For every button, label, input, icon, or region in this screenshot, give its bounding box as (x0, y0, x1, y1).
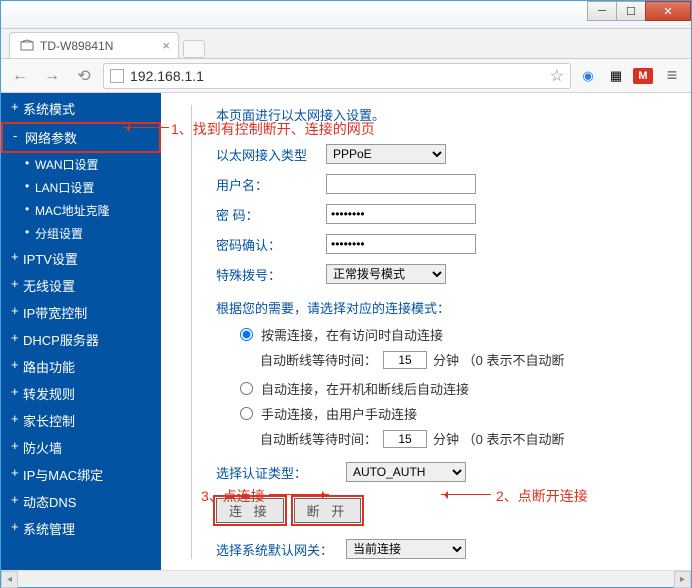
gmail-icon[interactable]: M (633, 68, 653, 84)
browser-tab[interactable]: TD-W89841N × (9, 32, 179, 58)
sidebar-item-group-settings[interactable]: 分组设置 (1, 222, 161, 245)
window-maximize-button[interactable]: ☐ (616, 1, 646, 21)
sidebar-item-firewall[interactable]: 防火墙 (1, 434, 161, 461)
url-input[interactable]: 192.168.1.1 ☆ (103, 63, 571, 89)
eth-type-label: 以太网接入类型 (216, 145, 326, 164)
browser-window: ─ ☐ ✕ TD-W89841N × ← → ⟲ 192.168.1.1 ☆ ◉… (0, 0, 692, 588)
mode-auto-label: 自动连接，在开机和断线后自动连接 (261, 379, 469, 398)
reload-button[interactable]: ⟲ (71, 63, 97, 89)
password-label: 密 码： (216, 205, 326, 224)
tab-favicon-icon (20, 39, 34, 53)
tab-close-icon[interactable]: × (162, 38, 170, 53)
tab-title: TD-W89841N (40, 39, 113, 53)
page-content: 系统模式 网络参数 WAN口设置 LAN口设置 MAC地址克隆 分组设置 IPT… (1, 93, 691, 570)
idle-label-2: 自动断线等待时间： (260, 429, 377, 448)
back-button[interactable]: ← (7, 63, 33, 89)
idle-label-1: 自动断线等待时间： (260, 350, 377, 369)
window-titlebar: ─ ☐ ✕ (1, 1, 691, 29)
auth-select[interactable]: AUTO_AUTH (346, 462, 466, 482)
sidebar-item-network-params[interactable]: 网络参数 (1, 122, 161, 153)
sidebar-item-system-mode[interactable]: 系统模式 (1, 95, 161, 122)
username-label: 用户名： (216, 175, 326, 194)
sidebar-item-wireless[interactable]: 无线设置 (1, 272, 161, 299)
forward-button[interactable]: → (39, 63, 65, 89)
password-confirm-label: 密码确认： (216, 235, 326, 254)
page-intro: 本页面进行以太网接入设置。 (216, 105, 691, 124)
horizontal-scrollbar[interactable]: ◂ ▸ (1, 570, 691, 587)
password-input[interactable] (326, 204, 476, 224)
extension-icon-1[interactable]: ◉ (577, 65, 599, 87)
mode-on-demand-label: 按需连接，在有访问时自动连接 (261, 325, 443, 344)
sidebar-item-lan-settings[interactable]: LAN口设置 (1, 176, 161, 199)
new-tab-button[interactable] (183, 40, 205, 58)
page-icon (110, 69, 124, 83)
sidebar-item-system-mgmt[interactable]: 系统管理 (1, 515, 161, 542)
auth-label: 选择认证类型： (216, 463, 346, 482)
gateway-select[interactable]: 当前连接 (346, 539, 466, 559)
password-confirm-input[interactable] (326, 234, 476, 254)
sidebar-item-dhcp[interactable]: DHCP服务器 (1, 326, 161, 353)
special-dial-select[interactable]: 正常拨号模式 (326, 264, 446, 284)
sidebar-item-ip-mac[interactable]: IP与MAC绑定 (1, 461, 161, 488)
extension-icon-2[interactable]: ▦ (605, 65, 627, 87)
mode-note: 根据您的需要，请选择对应的连接模式： (216, 298, 691, 317)
url-text: 192.168.1.1 (130, 68, 204, 84)
browser-menu-button[interactable]: ≡ (659, 63, 685, 89)
idle-time-input-2[interactable] (383, 430, 427, 448)
sidebar-item-iptv[interactable]: IPTV设置 (1, 245, 161, 272)
bookmark-star-icon[interactable]: ☆ (550, 66, 564, 86)
gateway-label: 选择系统默认网关： (216, 540, 346, 559)
mode-on-demand-radio[interactable] (240, 328, 253, 341)
sidebar-item-parental[interactable]: 家长控制 (1, 407, 161, 434)
connect-button[interactable]: 连 接 (216, 498, 284, 523)
sidebar-item-bandwidth[interactable]: IP带宽控制 (1, 299, 161, 326)
mode-manual-radio[interactable] (240, 407, 253, 420)
idle-unit-1: 分钟 （0 表示不自动断 (433, 350, 564, 369)
idle-unit-2: 分钟 （0 表示不自动断 (433, 429, 564, 448)
main-panel: 本页面进行以太网接入设置。 以太网接入类型 PPPoE 用户名： 密 码： 密码… (161, 93, 691, 570)
window-close-button[interactable]: ✕ (645, 1, 691, 21)
mode-auto-radio[interactable] (240, 382, 253, 395)
sidebar-item-wan-settings[interactable]: WAN口设置 (1, 153, 161, 176)
scroll-left-button[interactable]: ◂ (1, 571, 18, 588)
sidebar-item-routing[interactable]: 路由功能 (1, 353, 161, 380)
scroll-right-button[interactable]: ▸ (674, 571, 691, 588)
window-minimize-button[interactable]: ─ (587, 1, 617, 21)
address-bar: ← → ⟲ 192.168.1.1 ☆ ◉ ▦ M ≡ (1, 59, 691, 93)
special-dial-label: 特殊拨号： (216, 265, 326, 284)
tab-strip: TD-W89841N × (1, 29, 691, 59)
mode-manual-label: 手动连接，由用户手动连接 (261, 404, 417, 423)
disconnect-button[interactable]: 断 开 (294, 498, 362, 523)
idle-time-input-1[interactable] (383, 351, 427, 369)
username-input[interactable] (326, 174, 476, 194)
sidebar-item-mac-clone[interactable]: MAC地址克隆 (1, 199, 161, 222)
sidebar: 系统模式 网络参数 WAN口设置 LAN口设置 MAC地址克隆 分组设置 IPT… (1, 93, 161, 570)
sidebar-item-forwarding[interactable]: 转发规则 (1, 380, 161, 407)
sidebar-item-ddns[interactable]: 动态DNS (1, 488, 161, 515)
eth-type-select[interactable]: PPPoE (326, 144, 446, 164)
